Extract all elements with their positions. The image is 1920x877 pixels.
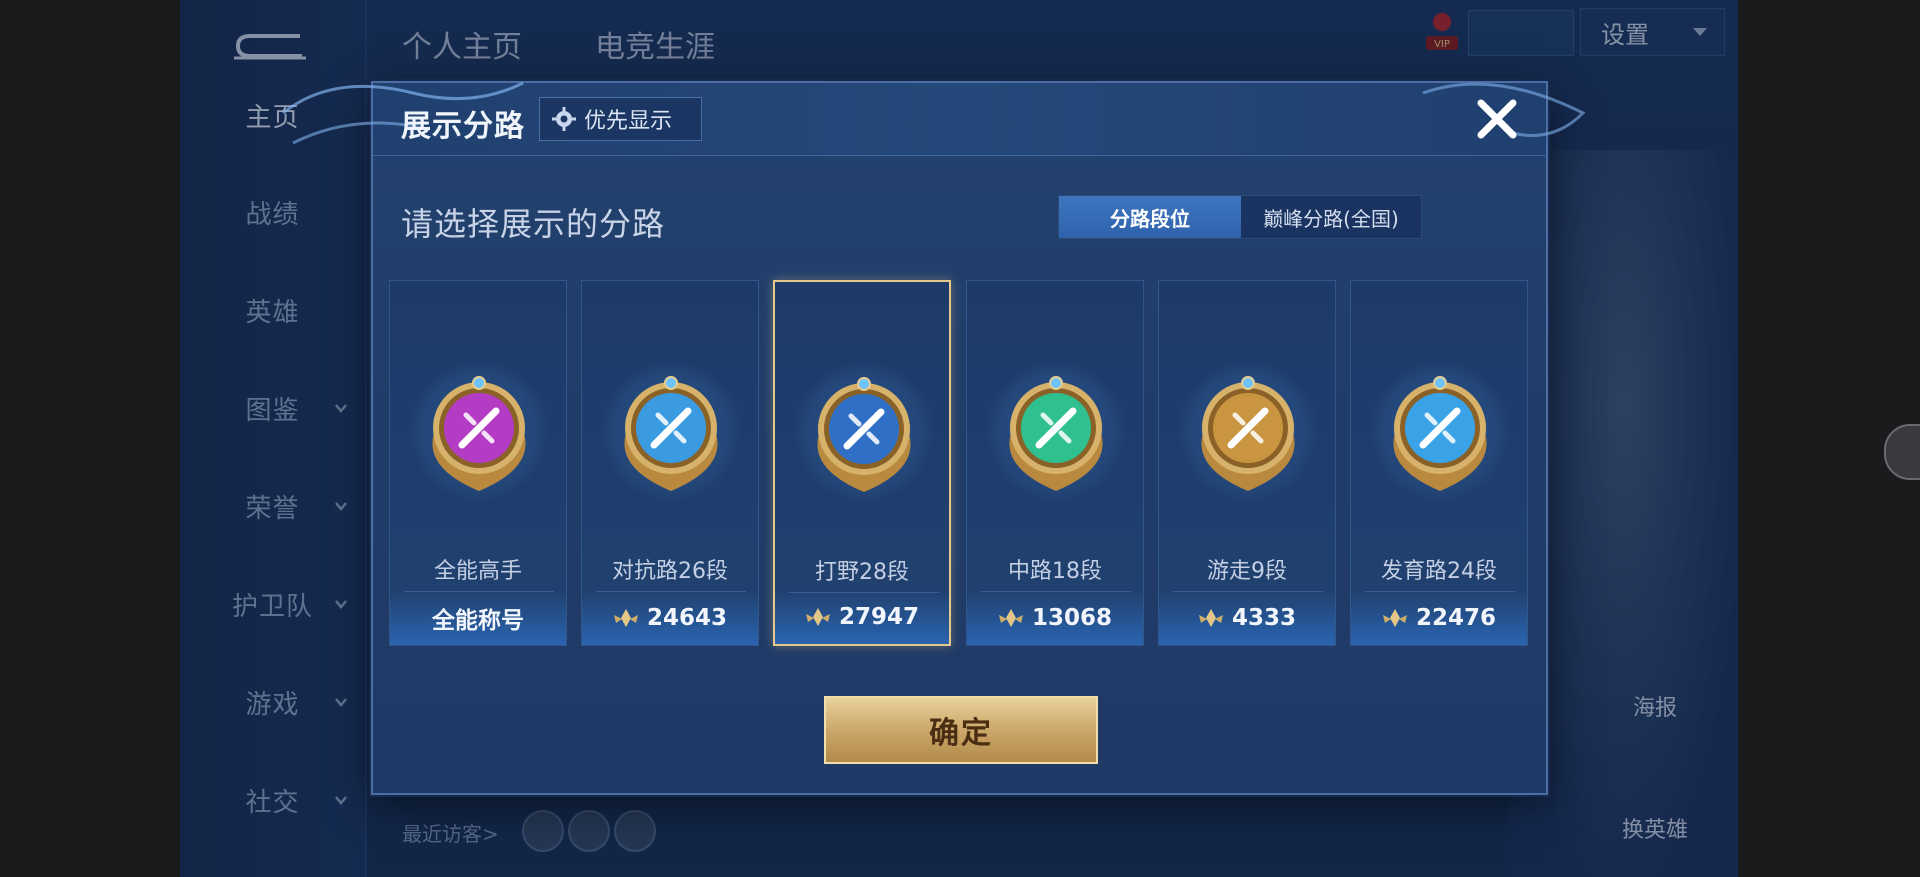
- lane-score-footer: 4333: [1159, 591, 1335, 645]
- lane-rank-label: 发育路24段: [1381, 559, 1497, 584]
- roam-emblem-icon: [1201, 376, 1295, 491]
- lane-card[interactable]: 打野28段 27947: [773, 280, 951, 646]
- rank-points-icon: [613, 609, 638, 627]
- rank-points-icon: [998, 609, 1023, 627]
- lane-score-value: 22476: [1415, 605, 1497, 631]
- lane-score-footer: 24643: [582, 591, 758, 645]
- lane-card[interactable]: 中路18段 13068: [966, 280, 1144, 646]
- lane-score-footer: 13068: [967, 591, 1143, 645]
- priority-display-button[interactable]: 优先显示: [539, 97, 702, 141]
- farm-lane-emblem-icon: [1393, 376, 1487, 491]
- lane-score-footer: 22476: [1351, 591, 1527, 645]
- close-icon[interactable]: [1473, 95, 1521, 143]
- rank-points-icon: [805, 608, 830, 626]
- lane-score-value: 27947: [838, 604, 920, 630]
- priority-display-label: 优先显示: [584, 109, 673, 134]
- lane-rank-label: 游走9段: [1207, 559, 1287, 584]
- floating-assistant-button[interactable]: [1884, 424, 1920, 480]
- dialog-subtitle: 请选择展示的分路: [401, 205, 666, 243]
- segment-peak-lane[interactable]: 巅峰分路(全国): [1241, 196, 1421, 238]
- lane-rank-label: 中路18段: [1008, 559, 1102, 584]
- segment-lane-rank[interactable]: 分路段位: [1059, 196, 1241, 238]
- confirm-button[interactable]: 确定: [824, 696, 1098, 764]
- segment-control: 分路段位 巅峰分路(全国): [1058, 195, 1422, 239]
- lane-score-value: 24643: [646, 605, 728, 631]
- lane-score-value: 13068: [1031, 605, 1113, 631]
- clash-lane-emblem-icon: [624, 376, 718, 491]
- lane-score-value: 4333: [1231, 605, 1296, 631]
- display-lane-dialog: 展示分路 优先显示 请选择展示的分路 分路段位 巅峰分路(全国) 全能高手全能称…: [282, 81, 1586, 795]
- mid-lane-emblem-icon: [1009, 376, 1103, 491]
- title-label: 全能称号: [432, 608, 524, 634]
- all-round-emblem-icon: [432, 376, 526, 491]
- lane-card[interactable]: 全能高手 全能称号: [389, 280, 567, 646]
- lane-card[interactable]: 发育路24段 22476: [1350, 280, 1528, 646]
- lane-score-footer: 27947: [775, 590, 949, 644]
- lane-rank-label: 全能高手: [433, 559, 522, 584]
- lane-card[interactable]: 游走9段 4333: [1158, 280, 1336, 646]
- lane-card-list: 全能高手 全能称号 对抗路26段 24643 打野28段 27947 中路18段 13068 游…: [389, 280, 1534, 646]
- rank-points-icon: [1382, 609, 1407, 627]
- jungle-emblem-icon: [817, 377, 911, 492]
- lane-score-footer: 全能称号: [390, 591, 566, 645]
- lane-rank-label: 打野28段: [815, 560, 909, 585]
- rank-points-icon: [1198, 609, 1223, 627]
- dialog-header: 展示分路 优先显示: [282, 81, 1586, 156]
- gear-icon: [552, 107, 576, 131]
- dialog-title: 展示分路: [401, 109, 525, 144]
- lane-rank-label: 对抗路26段: [612, 559, 728, 584]
- lane-card[interactable]: 对抗路26段 24643: [581, 280, 759, 646]
